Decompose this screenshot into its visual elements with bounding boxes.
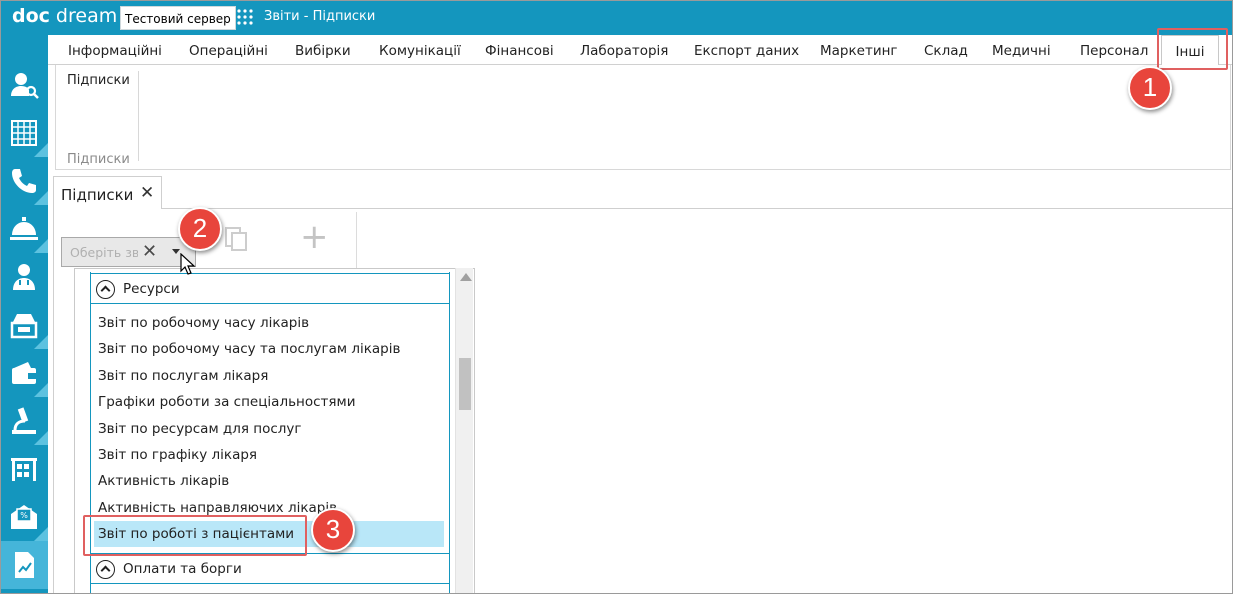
doc-tab-subscriptions[interactable]: Підписки ✕ xyxy=(53,176,162,209)
sidebar-item-reports[interactable] xyxy=(0,541,48,589)
report-combobox[interactable]: Оберіть звіт ✕ xyxy=(61,237,196,267)
report-chart-icon xyxy=(15,552,34,578)
sidebar-item-marketing[interactable]: % xyxy=(0,493,48,541)
chevron-up-icon[interactable] xyxy=(96,280,115,299)
ribbon-divider xyxy=(138,71,139,161)
tab-selections[interactable]: Вибірки xyxy=(295,43,351,59)
sidebar-item-calls[interactable] xyxy=(0,157,48,205)
doc-tab-label: Підписки xyxy=(61,186,134,204)
highlight-box-tab xyxy=(1157,28,1228,70)
list-item[interactable]: Звіт по робочому часу та послугам лікарі… xyxy=(94,336,444,362)
toolbar-divider xyxy=(356,212,357,268)
logo-dream: dream xyxy=(55,5,118,27)
sidebar-item-staff[interactable] xyxy=(0,253,48,301)
close-icon[interactable]: ✕ xyxy=(140,183,154,203)
chevron-down-icon[interactable] xyxy=(172,249,180,254)
mouse-cursor-icon xyxy=(180,253,196,275)
submenu-corner xyxy=(34,335,48,349)
sidebar-item-cash[interactable] xyxy=(0,301,48,349)
sidebar-item-lab[interactable] xyxy=(0,397,48,445)
tab-personnel[interactable]: Персонал xyxy=(1080,43,1148,59)
sidebar: % xyxy=(0,35,48,594)
warehouse-icon xyxy=(11,458,37,481)
list-item[interactable]: Звіт по робочому часу лікарів xyxy=(94,310,444,336)
report-combobox-placeholder: Оберіть звіт xyxy=(70,245,138,260)
scrollbar-thumb[interactable] xyxy=(459,358,471,410)
top-bar: doc dream Тестовий сервер Звіти - Підписк… xyxy=(0,0,1233,35)
tab-medical[interactable]: Медичні xyxy=(992,43,1051,59)
apps-grid-icon[interactable] xyxy=(236,8,254,26)
sidebar-item-warehouse[interactable] xyxy=(0,445,48,493)
group-header-payments[interactable]: Оплати та борги xyxy=(90,553,450,584)
list-item[interactable]: Звіт по графіку лікаря xyxy=(94,442,444,468)
tab-laboratory[interactable]: Лабораторія xyxy=(580,43,668,59)
list-item[interactable]: Звіт по послугам лікаря xyxy=(94,363,444,389)
dropdown-scrollbar[interactable] xyxy=(455,268,473,594)
server-selector[interactable]: Тестовий сервер xyxy=(120,6,236,30)
tab-informational[interactable]: Інформаційні xyxy=(68,43,162,59)
ribbon-group-label: Підписки xyxy=(67,152,130,167)
user-search-icon xyxy=(11,73,39,99)
tab-data-export[interactable]: Експорт даних xyxy=(694,43,799,59)
group-header-resources[interactable]: Ресурси xyxy=(90,273,450,304)
copy-icon[interactable] xyxy=(222,224,250,252)
doctor-icon xyxy=(13,264,35,290)
app-logo: doc dream xyxy=(12,5,117,27)
tab-financial[interactable]: Фінансові xyxy=(485,43,554,59)
highlight-box-item xyxy=(83,515,307,556)
doc-left-border xyxy=(53,209,54,594)
sidebar-item-finance[interactable] xyxy=(0,349,48,397)
tab-communications[interactable]: Комунікації xyxy=(379,43,461,59)
callout-badge-1: 1 xyxy=(1128,66,1172,110)
subscriptions-button[interactable]: Підписки xyxy=(67,73,130,88)
list-item[interactable]: Графіки роботи за спеціальностями xyxy=(94,389,444,415)
list-item[interactable]: Активність лікарів xyxy=(94,468,444,494)
callout-badge-2: 2 xyxy=(178,207,222,251)
sidebar-item-patients[interactable] xyxy=(0,61,48,109)
logo-doc: doc xyxy=(12,5,50,27)
chevron-up-icon[interactable] xyxy=(96,560,115,579)
tab-marketing[interactable]: Маркетинг xyxy=(820,43,898,59)
group-label: Ресурси xyxy=(123,281,180,297)
submenu-corner xyxy=(34,431,48,445)
list-item[interactable]: Звіт по ресурсам для послуг xyxy=(94,416,444,442)
submenu-corner xyxy=(34,383,48,397)
tab-warehouse[interactable]: Склад xyxy=(924,43,968,59)
svg-text:%: % xyxy=(20,511,28,520)
ribbon-tab-bar: Інформаційні Операційні Вибірки Комуніка… xyxy=(48,35,1233,65)
submenu-corner xyxy=(34,239,48,253)
app-window: doc dream Тестовий сервер Звіти - Підписк… xyxy=(0,0,1233,594)
submenu-corner xyxy=(34,191,48,205)
sidebar-item-reception[interactable] xyxy=(0,205,48,253)
tab-operational[interactable]: Операційні xyxy=(189,43,268,59)
clear-icon[interactable]: ✕ xyxy=(142,241,157,262)
ribbon-panel: Підписки Підписки xyxy=(55,65,1231,170)
submenu-corner xyxy=(34,527,48,541)
add-button[interactable]: + xyxy=(300,220,329,254)
sidebar-item-schedule[interactable] xyxy=(0,109,48,157)
window-title: Звіти - Підписки xyxy=(264,9,376,24)
scroll-up-icon[interactable] xyxy=(460,273,472,281)
group-label: Оплати та борги xyxy=(123,561,242,577)
submenu-corner xyxy=(34,143,48,157)
callout-badge-3: 3 xyxy=(311,508,355,552)
doc-tab-divider xyxy=(53,208,1233,209)
